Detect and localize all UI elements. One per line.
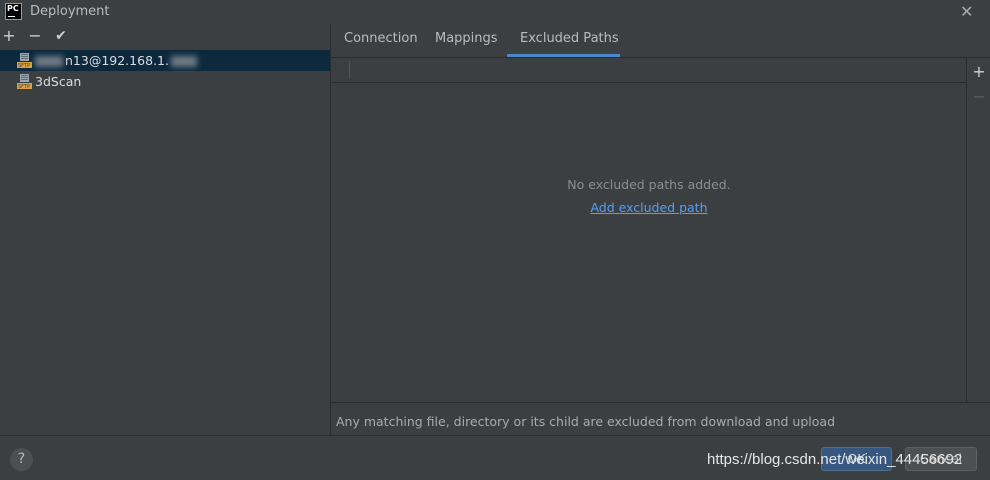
tab-connection[interactable]: Connection: [344, 31, 418, 46]
svg-text:SFTP: SFTP: [18, 84, 30, 89]
server-item[interactable]: SFTP n13@192.168.1.: [0, 50, 330, 71]
redacted-text: [35, 56, 63, 67]
pane-divider[interactable]: [330, 24, 331, 435]
redacted-text: [170, 56, 197, 67]
remove-excluded-path-button[interactable]: −: [971, 87, 987, 107]
add-excluded-path-link[interactable]: Add excluded path: [590, 200, 707, 215]
set-default-check-button[interactable]: ✔: [52, 26, 70, 46]
table-header: [332, 58, 966, 83]
divider: [331, 402, 990, 403]
column-separator[interactable]: [349, 61, 350, 79]
pycharm-app-icon: PC: [5, 3, 22, 20]
server-item-label: 3dScan: [35, 74, 82, 89]
excluded-paths-table: No excluded paths added. Add excluded pa…: [332, 58, 967, 402]
server-list-toolbar: + − ✔: [0, 26, 330, 48]
excluded-paths-hint: Any matching file, directory or its chil…: [336, 414, 836, 429]
help-button[interactable]: ?: [10, 448, 33, 471]
server-list: SFTP n13@192.168.1. SFTP 3dScan: [0, 49, 330, 434]
empty-state-text: No excluded paths added.: [567, 177, 731, 192]
tab-excluded-paths[interactable]: Excluded Paths: [520, 31, 619, 46]
close-icon[interactable]: ✕: [960, 2, 973, 21]
add-excluded-path-button[interactable]: +: [971, 62, 987, 82]
tab-mappings[interactable]: Mappings: [435, 31, 498, 46]
sftp-server-icon: SFTP: [17, 74, 32, 89]
excluded-paths-toolbar: + −: [967, 58, 990, 402]
sftp-server-icon: SFTP: [17, 53, 32, 68]
title-bar: PC Deployment ✕: [0, 0, 990, 24]
svg-text:SFTP: SFTP: [18, 63, 30, 68]
settings-tabs: Connection Mappings Excluded Paths: [331, 26, 990, 57]
window-title: Deployment: [30, 4, 110, 19]
add-server-button[interactable]: +: [0, 26, 18, 46]
remove-server-button[interactable]: −: [26, 26, 44, 46]
divider: [0, 435, 990, 436]
server-item-label: n13@192.168.1.: [65, 53, 169, 68]
server-item[interactable]: SFTP 3dScan: [0, 71, 330, 92]
watermark-text: https://blog.csdn.net/weixin_44456692: [707, 451, 963, 468]
